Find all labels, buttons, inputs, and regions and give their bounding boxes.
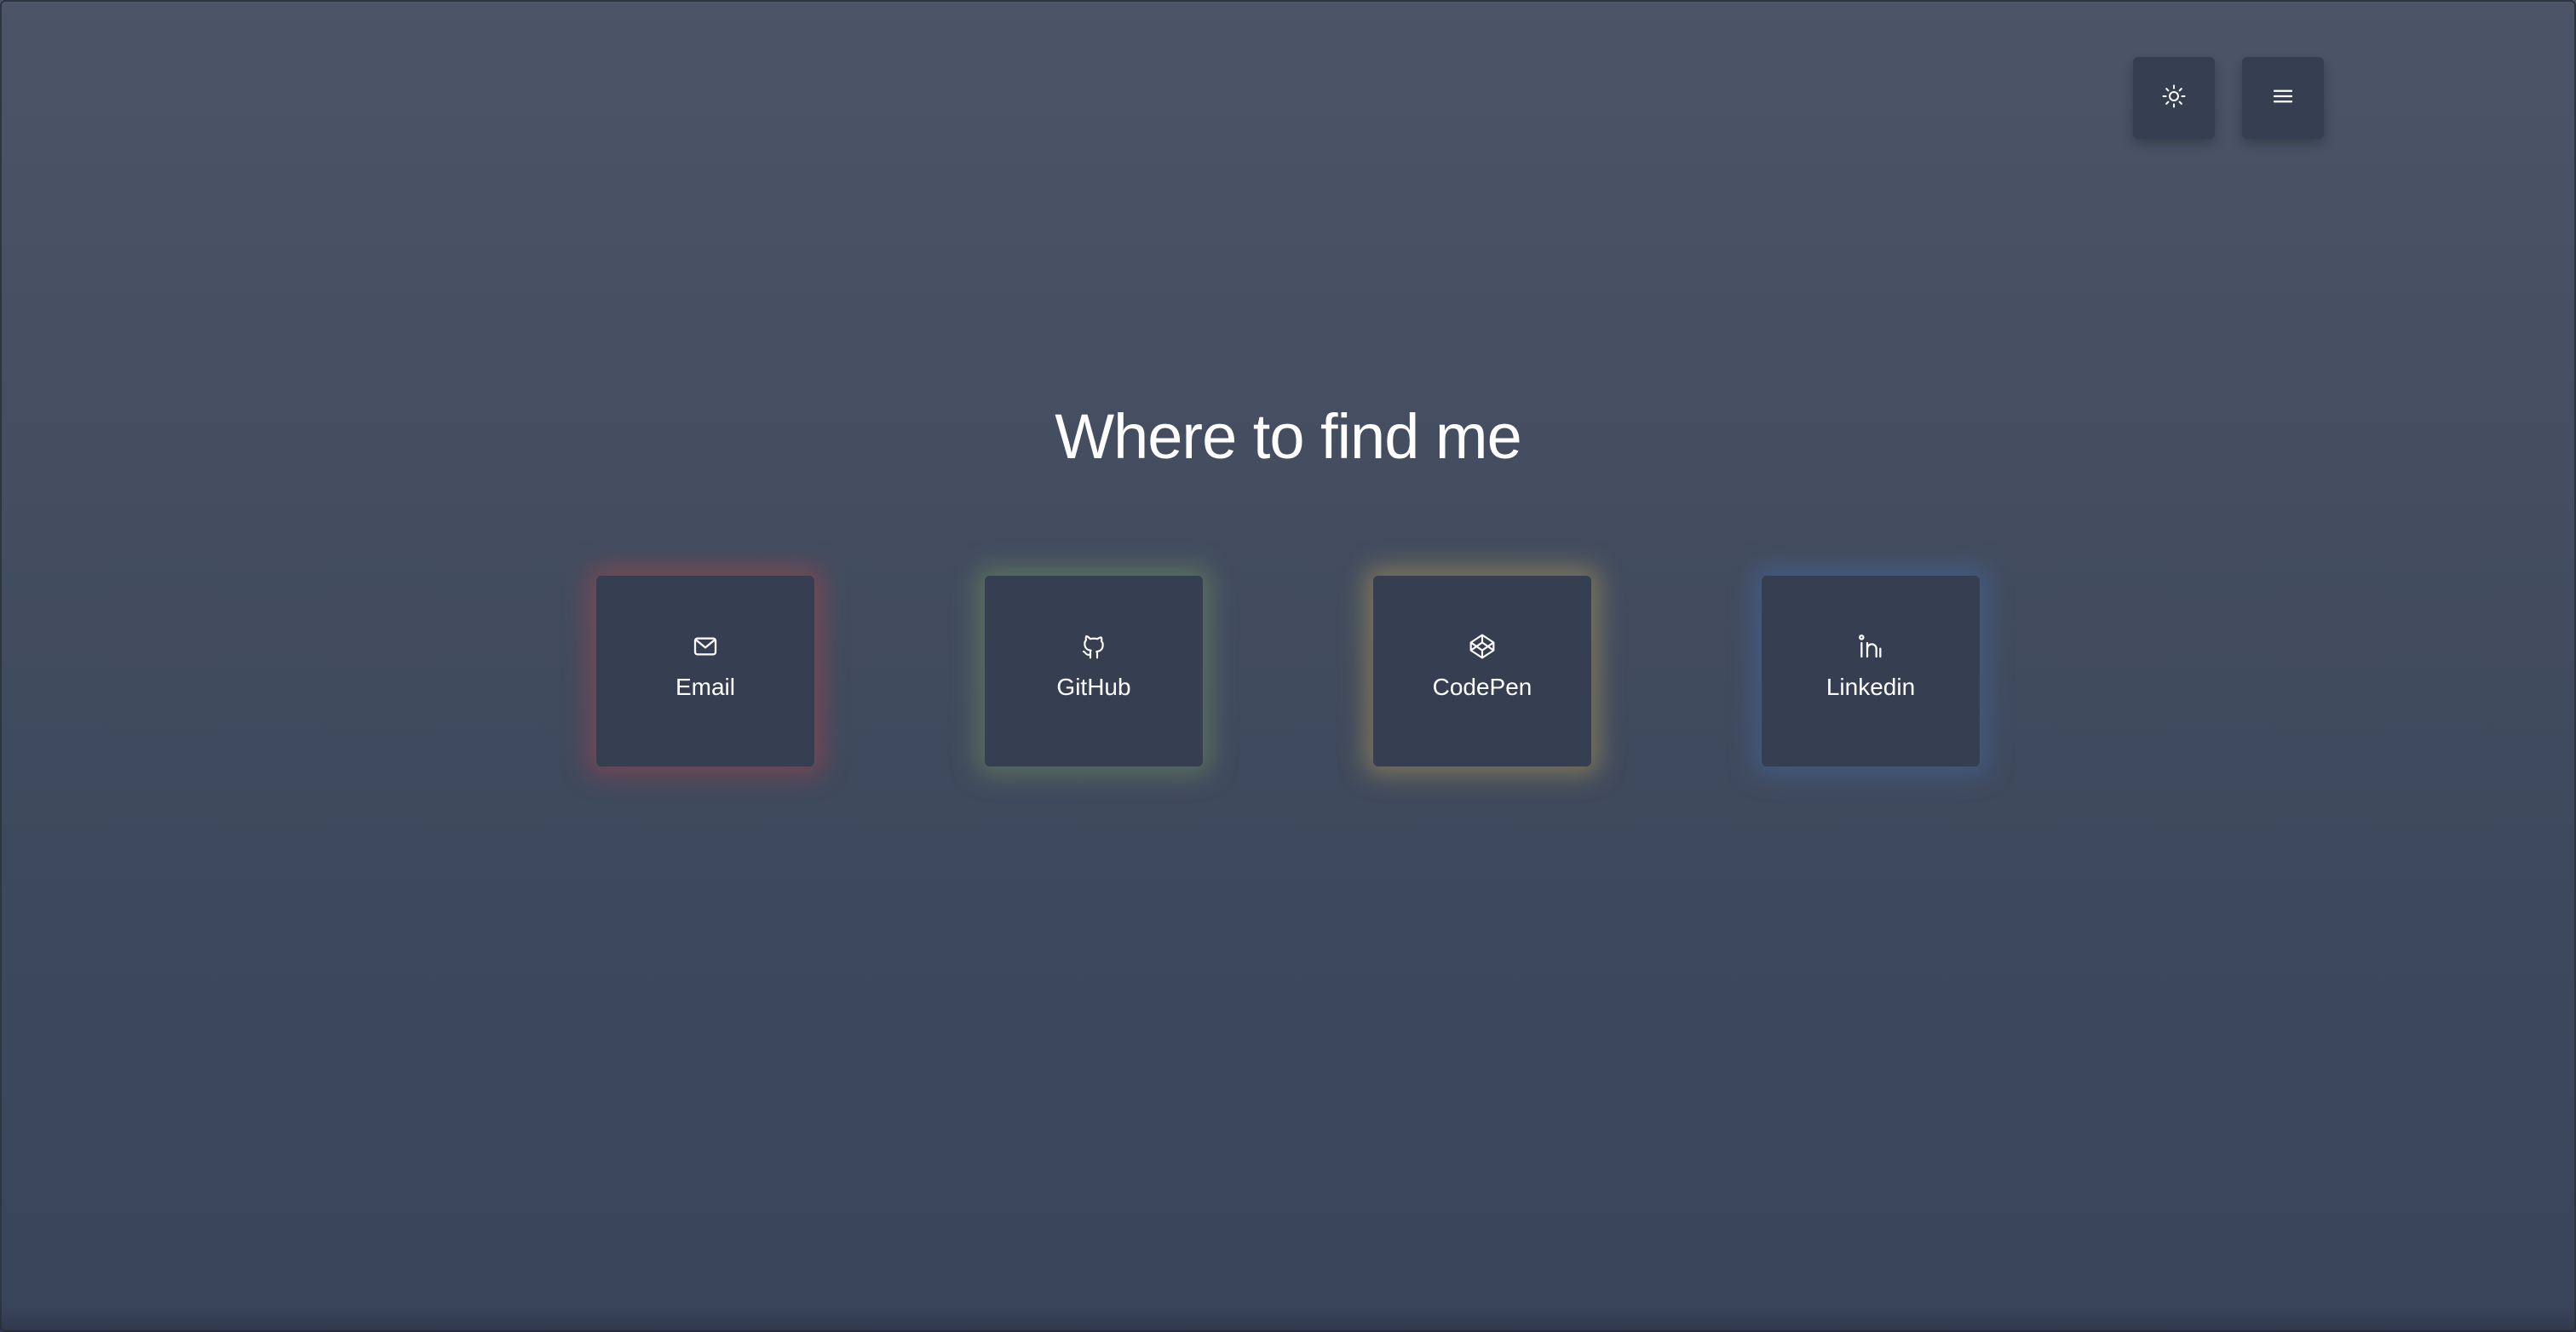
github-icon xyxy=(1078,631,1109,662)
window-frame xyxy=(0,0,2576,1332)
hamburger-menu-icon xyxy=(2270,83,2296,113)
linkedin-link-card[interactable]: Linkedin xyxy=(1762,576,1980,766)
bottom-shade xyxy=(0,1306,2576,1332)
menu-button[interactable] xyxy=(2242,57,2324,139)
sun-icon xyxy=(2161,83,2187,113)
theme-toggle-button[interactable] xyxy=(2133,57,2215,139)
codepen-link-label: CodePen xyxy=(1432,674,1532,700)
linkedin-icon xyxy=(1855,631,1886,662)
codepen-link-card[interactable]: CodePen xyxy=(1373,576,1591,766)
page-title: Where to find me xyxy=(1055,400,1521,472)
codepen-icon xyxy=(1467,631,1498,662)
email-link-label: Email xyxy=(675,674,735,700)
github-link-card[interactable]: GitHub xyxy=(985,576,1203,766)
email-link-card[interactable]: Email xyxy=(596,576,814,766)
linkedin-link-label: Linkedin xyxy=(1826,674,1916,700)
mail-icon xyxy=(690,631,721,662)
github-link-label: GitHub xyxy=(1056,674,1131,700)
